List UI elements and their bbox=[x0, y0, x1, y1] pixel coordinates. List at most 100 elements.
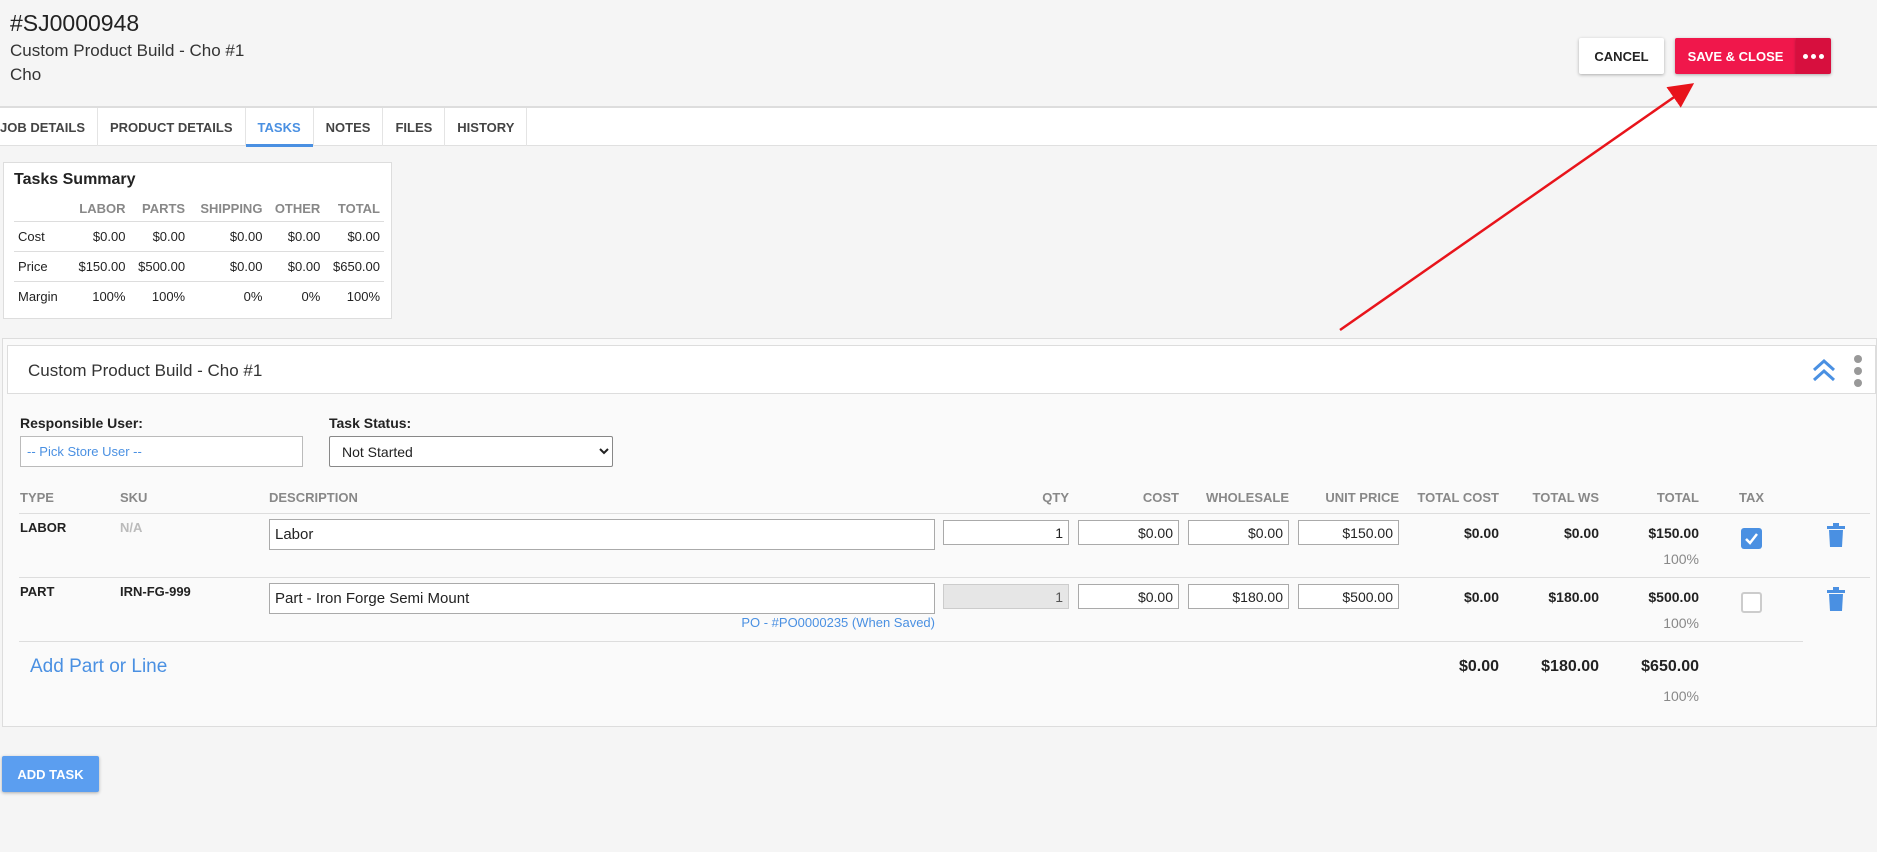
line-total-cost: $0.00 bbox=[1463, 525, 1499, 541]
tab-job-details[interactable]: JOB DETAILS bbox=[0, 108, 98, 146]
line-qty-input bbox=[943, 584, 1069, 609]
grand-total-cost: $0.00 bbox=[1458, 658, 1499, 675]
job-customer: Cho bbox=[10, 65, 42, 84]
line-total: $500.00 bbox=[1648, 589, 1699, 605]
line-total-ws: $180.00 bbox=[1548, 589, 1599, 605]
summary-cell: 100% bbox=[324, 280, 384, 311]
line-unit-price-input[interactable] bbox=[1298, 584, 1399, 609]
col-tax: TAX bbox=[1739, 490, 1765, 505]
summary-title: Tasks Summary bbox=[14, 171, 136, 188]
add-part-or-line-link[interactable]: Add Part or Line bbox=[30, 656, 167, 678]
po-link[interactable]: PO - #PO0000235 (When Saved) bbox=[603, 615, 935, 630]
responsible-user-input[interactable] bbox=[20, 436, 303, 467]
col-wholesale: WHOLESALE bbox=[1205, 490, 1289, 505]
summary-row-label: Price bbox=[14, 250, 70, 281]
summary-cell: 100% bbox=[69, 280, 130, 311]
line-cost-input[interactable] bbox=[1078, 584, 1179, 609]
line-type: PART bbox=[20, 584, 55, 599]
summary-col-header: LABOR bbox=[79, 200, 126, 216]
line-type: LABOR bbox=[20, 520, 67, 535]
summary-cell: $0.00 bbox=[266, 250, 325, 281]
tab-tasks[interactable]: TASKS bbox=[245, 108, 314, 147]
line-margin: 100% bbox=[1663, 551, 1699, 567]
trash-icon[interactable] bbox=[1826, 587, 1846, 611]
summary-col-header: TOTAL bbox=[337, 200, 380, 216]
col-cost: COST bbox=[1142, 490, 1179, 505]
summary-cell: $500.00 bbox=[129, 250, 190, 281]
line-sku: N/A bbox=[120, 520, 143, 535]
line-cost-input[interactable] bbox=[1078, 520, 1179, 545]
col-sku: SKU bbox=[120, 490, 148, 505]
page-header: #SJ0000948 Custom Product Build - Cho #1… bbox=[0, 0, 1877, 106]
grand-total-ws: $180.00 bbox=[1541, 658, 1599, 675]
summary-cell: 0% bbox=[189, 280, 267, 311]
more-dots-icon-dot bbox=[1811, 53, 1816, 59]
task-menu-icon[interactable] bbox=[1853, 355, 1863, 387]
summary-cell: $0.00 bbox=[189, 250, 267, 281]
tab-notes[interactable]: NOTES bbox=[314, 108, 384, 146]
task-title: Custom Product Build - Cho #1 bbox=[28, 361, 263, 380]
summary-cell: 100% bbox=[129, 280, 190, 311]
responsible-user-label: Responsible User: bbox=[20, 415, 143, 431]
more-options-button[interactable] bbox=[1796, 38, 1831, 74]
divider bbox=[19, 641, 1803, 642]
job-name: Custom Product Build - Cho #1 bbox=[10, 41, 245, 60]
task-status-label: Task Status: bbox=[329, 415, 412, 431]
line-total-ws: $0.00 bbox=[1563, 525, 1599, 541]
summary-col-header: SHIPPING bbox=[200, 200, 263, 216]
summary-row: Margin 100% 100% 0% 0% 100% bbox=[14, 280, 384, 311]
line-unit-price-input[interactable] bbox=[1298, 520, 1399, 545]
collapse-chevrons-icon[interactable] bbox=[1811, 357, 1837, 383]
col-total: TOTAL bbox=[1656, 490, 1699, 505]
col-qty: QTY bbox=[1042, 490, 1069, 505]
line-tax-checkbox[interactable] bbox=[1741, 528, 1762, 549]
tasks-summary: Tasks Summary LABOR PARTS SHIPPING OTHER… bbox=[3, 162, 392, 319]
line-description-input[interactable] bbox=[269, 583, 935, 614]
line-sku: IRN-FG-999 bbox=[120, 584, 191, 599]
task-header[interactable]: Custom Product Build - Cho #1 bbox=[7, 345, 1876, 394]
grand-margin: 100% bbox=[1663, 688, 1699, 704]
summary-cell: 0% bbox=[266, 280, 325, 311]
summary-cell: $0.00 bbox=[189, 220, 267, 251]
summary-row-label: Cost bbox=[14, 220, 70, 251]
more-dots-icon bbox=[1803, 53, 1808, 59]
tab-history[interactable]: HISTORY bbox=[445, 108, 528, 146]
col-total-ws: TOTAL WS bbox=[1532, 490, 1599, 505]
trash-icon[interactable] bbox=[1826, 523, 1846, 547]
add-task-button[interactable]: ADD TASK bbox=[2, 756, 99, 792]
line-wholesale-input[interactable] bbox=[1188, 584, 1289, 609]
summary-table: LABOR PARTS SHIPPING OTHER TOTAL Cost $0… bbox=[14, 196, 384, 311]
col-total-cost: TOTAL COST bbox=[1417, 490, 1499, 505]
col-type: TYPE bbox=[20, 490, 54, 505]
line-total: $150.00 bbox=[1648, 525, 1699, 541]
summary-cell: $650.00 bbox=[324, 250, 384, 281]
tab-product-details[interactable]: PRODUCT DETAILS bbox=[98, 108, 246, 146]
checkmark-icon bbox=[1745, 533, 1758, 545]
tab-bar: JOB DETAILS PRODUCT DETAILS TASKS NOTES … bbox=[0, 106, 1877, 147]
summary-col-header: PARTS bbox=[142, 200, 186, 216]
divider bbox=[19, 577, 1870, 578]
summary-row-label: Margin bbox=[14, 280, 70, 311]
grand-total: $650.00 bbox=[1641, 658, 1699, 675]
line-tax-checkbox[interactable] bbox=[1741, 592, 1762, 613]
tab-files[interactable]: FILES bbox=[383, 108, 446, 146]
summary-cell: $0.00 bbox=[129, 220, 190, 251]
line-total-cost: $0.00 bbox=[1463, 589, 1499, 605]
task-panel: Custom Product Build - Cho #1 Responsibl… bbox=[2, 338, 1877, 727]
divider bbox=[19, 513, 1870, 514]
job-id: #SJ0000948 bbox=[10, 10, 140, 36]
line-description-input[interactable] bbox=[269, 519, 935, 550]
save-close-button[interactable]: SAVE & CLOSE bbox=[1675, 38, 1796, 74]
line-margin: 100% bbox=[1663, 615, 1699, 631]
summary-cell: $150.00 bbox=[69, 250, 130, 281]
summary-cell: $0.00 bbox=[69, 220, 130, 251]
summary-cell: $0.00 bbox=[266, 220, 325, 251]
line-wholesale-input[interactable] bbox=[1188, 520, 1289, 545]
cancel-button[interactable]: CANCEL bbox=[1579, 38, 1664, 74]
summary-row: Cost $0.00 $0.00 $0.00 $0.00 $0.00 bbox=[14, 220, 384, 251]
summary-cell: $0.00 bbox=[324, 220, 384, 251]
task-status-select[interactable]: Not Started bbox=[329, 436, 613, 467]
summary-row: Price $150.00 $500.00 $0.00 $0.00 $650.0… bbox=[14, 250, 384, 281]
summary-corner bbox=[14, 196, 70, 221]
line-qty-input[interactable] bbox=[943, 520, 1069, 545]
